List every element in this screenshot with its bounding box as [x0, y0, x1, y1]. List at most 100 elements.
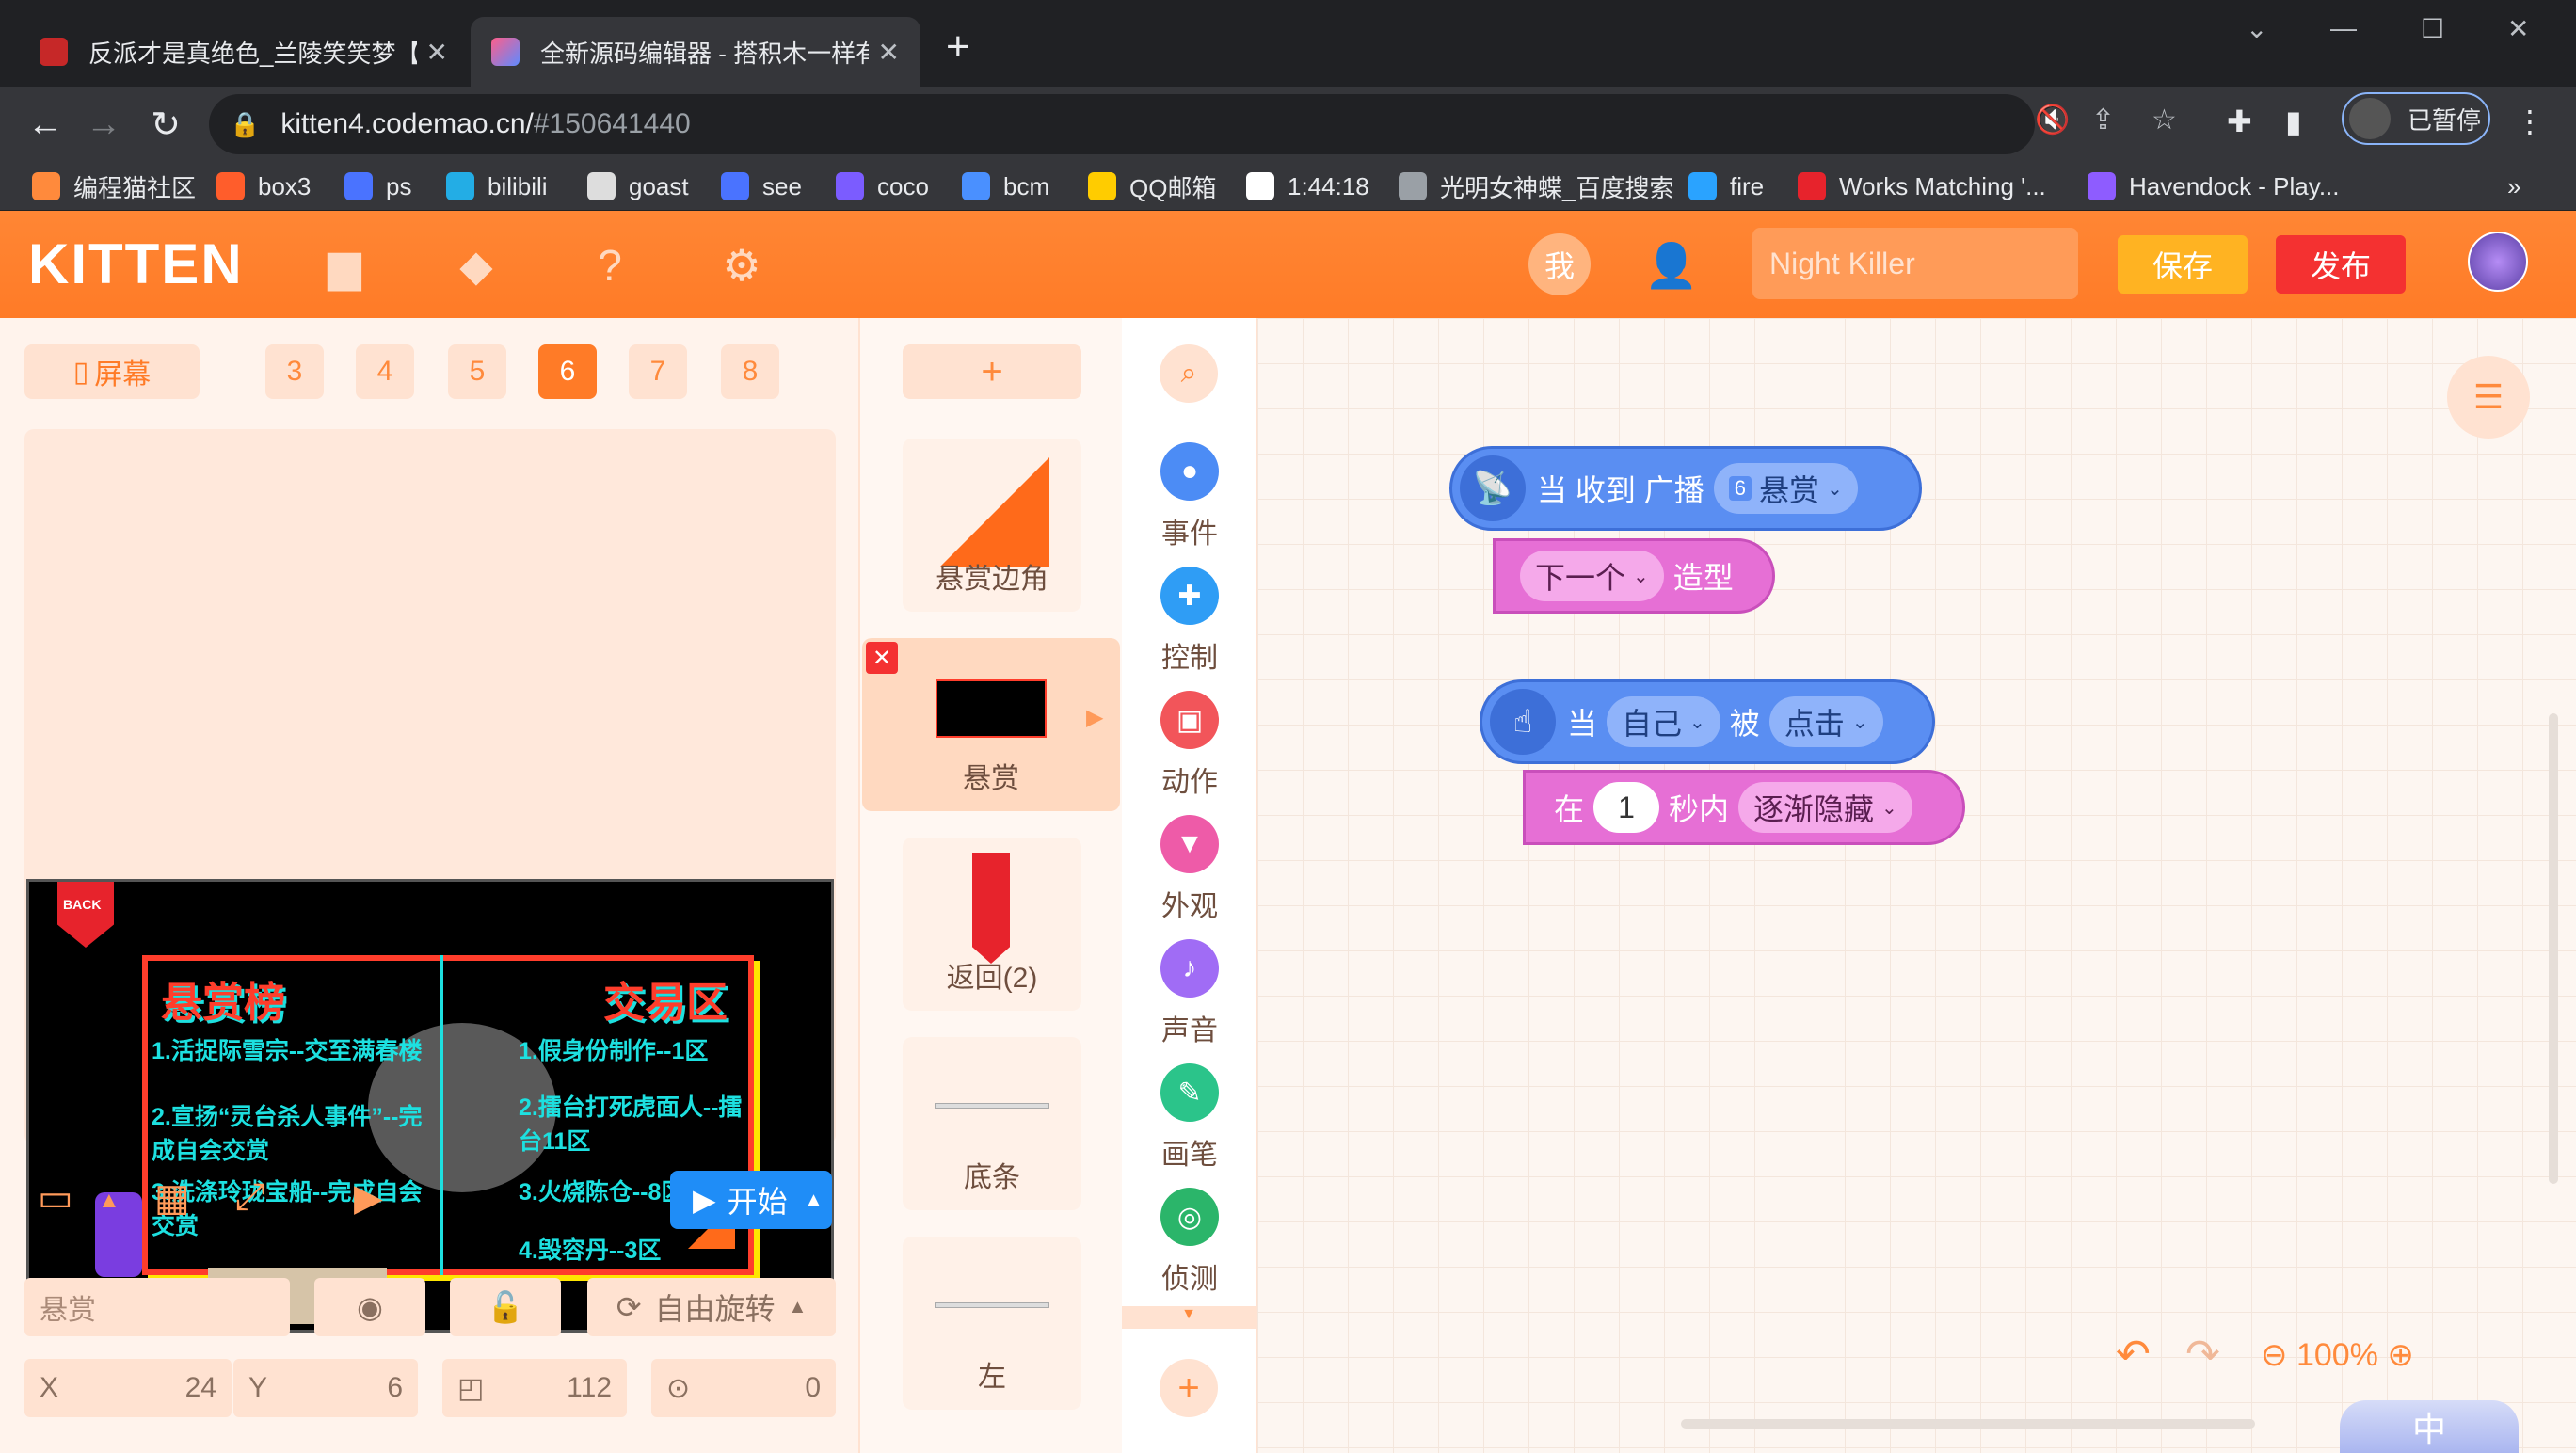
effect-dropdown[interactable]: 逐渐隐藏 ⌄ [1738, 782, 1912, 833]
caret-up-icon[interactable]: ▲ [98, 1188, 120, 1214]
bookmark-item[interactable]: ps [344, 168, 411, 205]
zoom-control[interactable]: ⊖ 100% ⊕ [2261, 1336, 2414, 1374]
stage-canvas[interactable]: BACK 悬赏榜 交易区 1.活捉际雪宗--交至满春楼 2.宣扬“灵台杀人事件”… [26, 879, 834, 1333]
category-4[interactable]: ▼ 外观 [1122, 807, 1257, 932]
sprite-item-selected[interactable]: ✕ ▶ 悬赏 [862, 638, 1120, 811]
page-tab-current[interactable]: 6 [538, 344, 597, 399]
new-tab-icon[interactable]: + [946, 26, 970, 68]
tab-search-icon[interactable]: ⌄ [2246, 13, 2267, 44]
settings-icon[interactable]: ⚙ [713, 237, 770, 294]
start-button[interactable]: ▶ 开始 ▲ [670, 1171, 832, 1229]
page-tab[interactable]: 7 [629, 344, 687, 399]
reload-icon[interactable]: ↻ [137, 96, 194, 152]
broadcast-hat-block[interactable]: 📡 当 收到 广播 6 悬赏 ⌄ [1449, 446, 1922, 531]
zoom-in-icon[interactable]: ⊕ [2387, 1337, 2414, 1373]
profile-button[interactable]: 已暂停 [2342, 92, 2490, 145]
minimize-icon[interactable]: — [2330, 13, 2357, 43]
bookmark-item[interactable]: box3 [216, 168, 311, 205]
screen-button[interactable]: ▯ 屏幕 [24, 344, 200, 399]
page-tab[interactable]: 8 [721, 344, 779, 399]
bookmark-item[interactable]: 1:44:18 [1246, 168, 1369, 205]
category-2[interactable]: ✚ 控制 [1122, 559, 1257, 683]
add-collaborator-icon[interactable]: 👤 [1643, 237, 1700, 294]
sprite-item[interactable]: 左 [903, 1237, 1081, 1410]
forward-icon[interactable]: → [75, 96, 132, 152]
size-field[interactable]: ◰ 112 [442, 1359, 627, 1417]
bookmark-item[interactable]: Havendock - Play... [2088, 168, 2340, 205]
horizontal-scrollbar[interactable] [1681, 1419, 2255, 1429]
event-dropdown[interactable]: 点击 ⌄ [1768, 696, 1883, 747]
bookmark-item[interactable]: see [721, 168, 802, 205]
page-tab[interactable]: 4 [356, 344, 414, 399]
x-field[interactable]: X 24 [24, 1359, 232, 1417]
category-5[interactable]: ♪ 声音 [1122, 932, 1257, 1056]
folder-icon[interactable]: ▆ [316, 237, 373, 294]
address-bar[interactable]: 🔒 kitten4.codemao.cn/#150641440 [209, 94, 2035, 154]
delete-sprite-icon[interactable]: ✕ [866, 642, 898, 674]
star-icon[interactable]: ☆ [2152, 104, 2177, 136]
stage-size-icon[interactable]: ▭ [38, 1176, 73, 1220]
chevron-down-icon[interactable]: ▼ [1122, 1306, 1256, 1329]
add-sprite-button[interactable]: + [903, 344, 1081, 399]
save-button[interactable]: 保存 [2118, 235, 2248, 294]
page-tab[interactable]: 5 [448, 344, 506, 399]
back-icon[interactable]: ← [17, 96, 73, 152]
sprite-name-input[interactable]: 悬赏 [24, 1278, 290, 1336]
sprite-item[interactable]: 底条 [903, 1037, 1081, 1210]
record-icon[interactable]: ▶ [354, 1176, 383, 1220]
bookmark-item[interactable]: Works Matching '... [1798, 168, 2046, 205]
visibility-eye-icon[interactable]: ◉ [314, 1278, 425, 1336]
page-tab[interactable]: 3 [265, 344, 324, 399]
sprite-item[interactable]: 返回(2) [903, 838, 1081, 1011]
assistant-button[interactable]: 中 [2340, 1400, 2519, 1453]
fade-out-block[interactable]: 在 1 秒内 逐渐隐藏 ⌄ [1523, 770, 1965, 845]
rotation-mode-select[interactable]: ⟳ 自由旋转 ▲ [587, 1278, 836, 1336]
redo-icon[interactable]: ↷ [2185, 1331, 2220, 1379]
back-flag[interactable]: BACK [57, 882, 114, 948]
grid-icon[interactable]: ▦ [154, 1176, 190, 1220]
project-name-input[interactable]: Night Killer [1752, 228, 2078, 299]
help-icon[interactable]: ? [582, 237, 638, 294]
category-3[interactable]: ▣ 动作 [1122, 683, 1257, 807]
menu-icon[interactable]: ⋮ [2515, 104, 2545, 139]
next-costume-block[interactable]: 下一个 ⌄ 造型 [1493, 538, 1775, 614]
lock-toggle-icon[interactable]: 🔓 [450, 1278, 561, 1336]
vertical-scrollbar[interactable] [2549, 713, 2558, 1184]
publish-button[interactable]: 发布 [2276, 235, 2406, 294]
seconds-input[interactable]: 1 [1593, 782, 1660, 833]
bookmark-item[interactable]: 光明女神蝶_百度搜索 [1399, 168, 1673, 205]
bookmark-item[interactable]: 编程猫社区 [32, 168, 196, 205]
click-hat-block[interactable]: ☝ 当 自己 ⌄ 被 点击 ⌄ [1480, 679, 1935, 764]
share-icon[interactable]: ⇪ [2091, 104, 2115, 136]
close-tab-icon[interactable]: ✕ [426, 37, 448, 68]
add-extension-icon[interactable]: + [1160, 1359, 1218, 1417]
direction-field[interactable]: ⊙ 0 [651, 1359, 836, 1417]
y-field[interactable]: Y6 [233, 1359, 418, 1417]
broadcast-message-dropdown[interactable]: 6 悬赏 ⌄ [1713, 463, 1858, 514]
chevron-right-icon[interactable]: ▶ [1086, 704, 1103, 731]
close-tab-icon[interactable]: ✕ [878, 37, 900, 68]
block-search-icon[interactable]: ☰ [2447, 356, 2530, 439]
code-workspace[interactable]: ☰ 📡 当 收到 广播 6 悬赏 ⌄ 下一个 ⌄ 造型 ☝ 当 自己 ⌄ 被 点击 ⌄ 在… [1257, 318, 2576, 1453]
user-avatar[interactable] [2468, 232, 2528, 292]
maximize-icon[interactable]: ☐ [2421, 13, 2444, 44]
bookmark-item[interactable]: bilibili [446, 168, 548, 205]
side-panel-icon[interactable]: ▮ [2285, 104, 2302, 139]
sprite-item[interactable]: 悬赏边角 [903, 439, 1081, 612]
close-window-icon[interactable]: ✕ [2507, 13, 2529, 44]
bookmarks-more[interactable]: » [2507, 168, 2520, 205]
undo-icon[interactable]: ↶ [2116, 1331, 2151, 1379]
category-1[interactable]: ● 事件 [1122, 435, 1257, 559]
zoom-out-icon[interactable]: ⊖ [2261, 1337, 2288, 1373]
bookmark-item[interactable]: coco [836, 168, 929, 205]
tab-novel[interactable]: 反派才是真绝色_兰陵笑笑梦【完 ✕ [19, 17, 469, 87]
target-dropdown[interactable]: 自己 ⌄ [1607, 696, 1720, 747]
bookmark-item[interactable]: goast [587, 168, 689, 205]
costume-dropdown[interactable]: 下一个 ⌄ [1520, 551, 1664, 601]
search-blocks-icon[interactable]: ⌕ [1160, 344, 1218, 403]
extensions-icon[interactable]: ✚ [2227, 104, 2252, 139]
category-7[interactable]: ◎ 侦测 [1122, 1180, 1257, 1304]
fullscreen-icon[interactable]: ⤢ [235, 1176, 265, 1219]
backpack-icon[interactable]: ◆ [448, 237, 504, 294]
bookmark-item[interactable]: fire [1688, 168, 1764, 205]
